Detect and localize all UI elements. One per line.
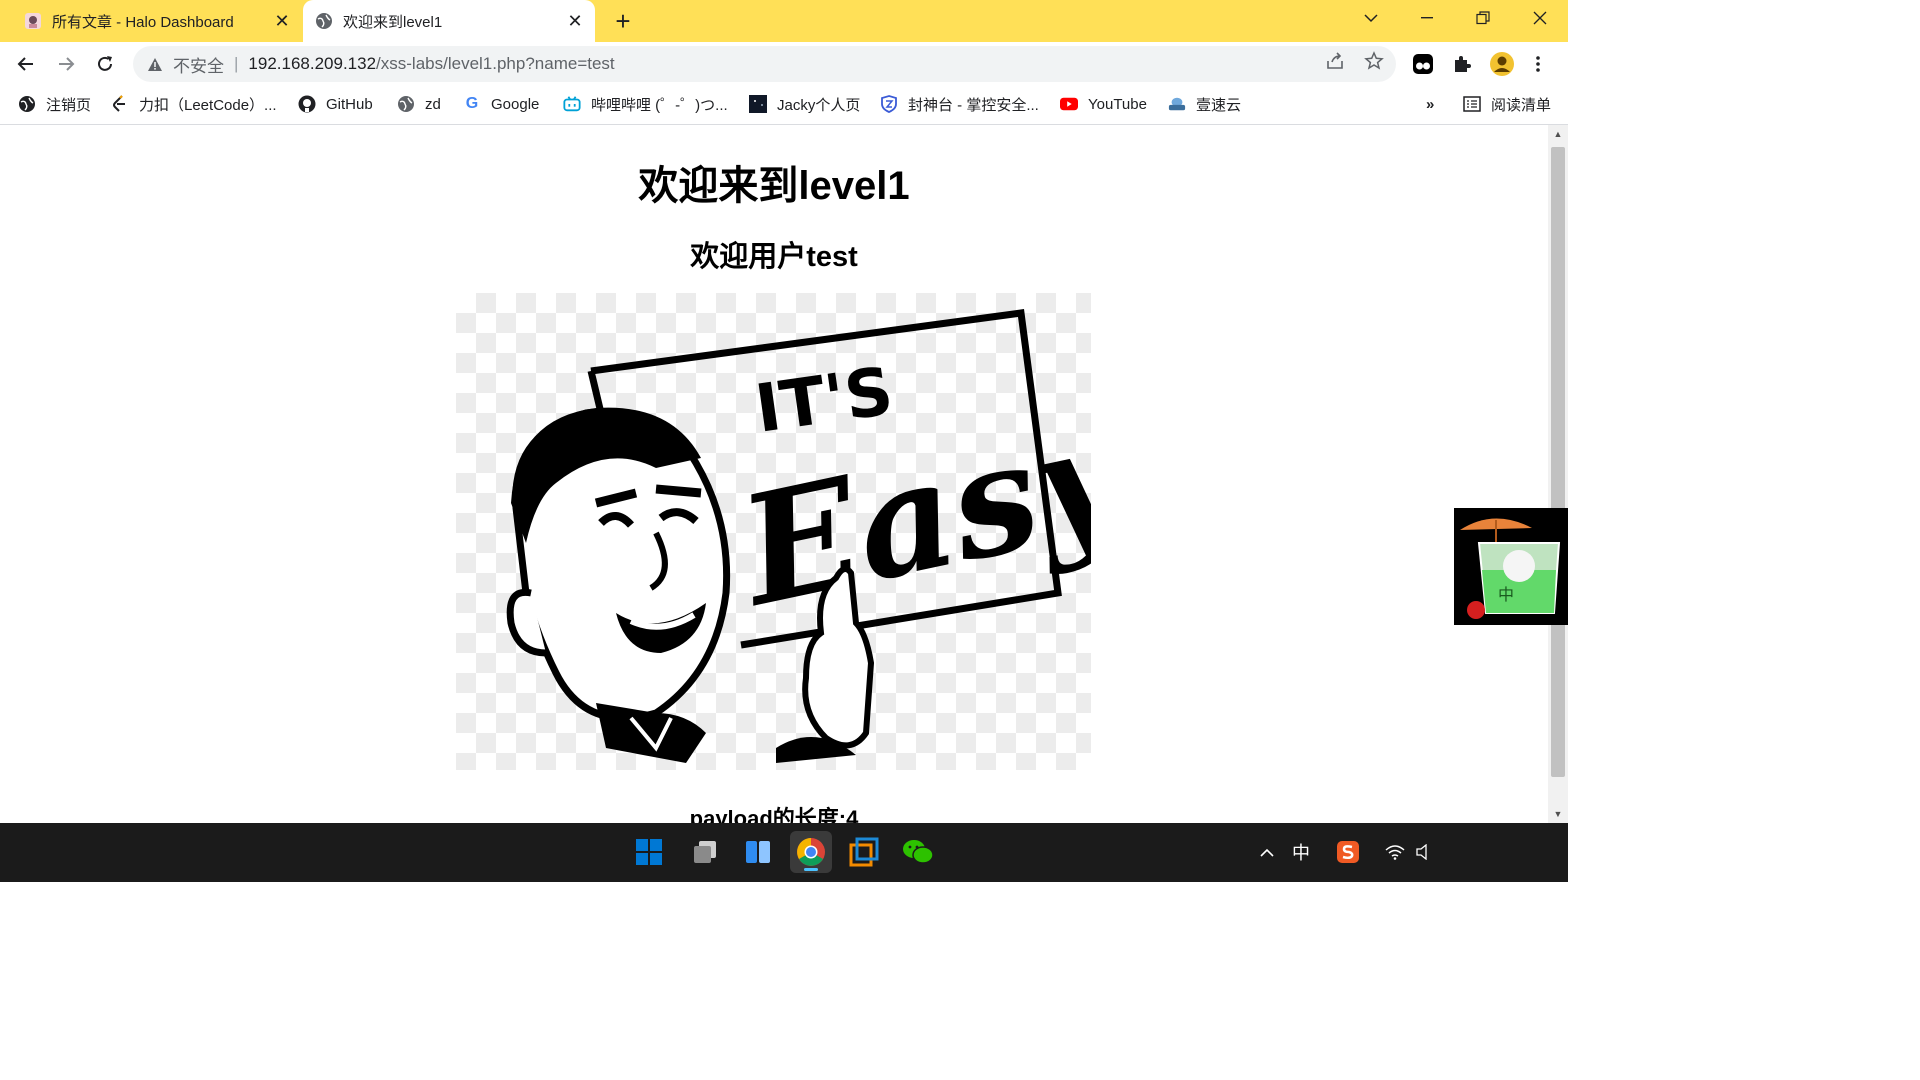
bookmark-item[interactable]: 哔哩哔哩 (゜-゜)つ... bbox=[563, 86, 728, 122]
active-app-indicator bbox=[804, 868, 818, 871]
welcome-subheading: 欢迎用户test bbox=[690, 241, 858, 273]
page-content: 欢迎来到level1 欢迎用户test IT'S Easy payload的长度… bbox=[0, 125, 1548, 823]
bookmark-item[interactable]: G Google bbox=[463, 86, 540, 122]
vmware-app-icon[interactable] bbox=[843, 831, 885, 873]
restore-icon[interactable] bbox=[1455, 0, 1511, 36]
new-tab-button[interactable]: + bbox=[608, 6, 638, 36]
bookmark-item[interactable]: 壹速云 bbox=[1168, 86, 1241, 122]
reading-list-icon bbox=[1463, 95, 1481, 113]
bookmark-label: 注销页 bbox=[46, 96, 92, 114]
github-icon bbox=[298, 95, 316, 113]
leetcode-icon bbox=[111, 95, 129, 113]
cloud-icon bbox=[1168, 95, 1186, 113]
bookmark-label: zd bbox=[425, 95, 441, 113]
url-host: 192.168.209.132 bbox=[248, 54, 377, 73]
globe-icon bbox=[315, 12, 333, 30]
avatar-icon bbox=[749, 95, 767, 113]
bookmarks-bar: 注销页 力扣（LeetCode）... GitHub zd G Google 哔… bbox=[0, 86, 1568, 125]
forward-button[interactable] bbox=[50, 48, 82, 80]
scrollbar-thumb[interactable] bbox=[1551, 147, 1565, 777]
wifi-icon[interactable] bbox=[1382, 839, 1408, 865]
bookmark-label: 哔哩哔哩 (゜-゜)つ... bbox=[591, 96, 728, 114]
close-window-icon[interactable] bbox=[1512, 0, 1568, 36]
tab-search-chevron-icon[interactable] bbox=[1343, 0, 1399, 36]
volume-icon[interactable] bbox=[1412, 839, 1438, 865]
reload-button[interactable] bbox=[89, 48, 121, 80]
taskbar: 中 bbox=[0, 823, 1568, 882]
bookmark-item[interactable]: 力扣（LeetCode）... bbox=[111, 86, 277, 122]
ime-indicator[interactable]: 中 bbox=[1288, 839, 1314, 865]
svg-text:中: 中 bbox=[1498, 585, 1514, 604]
floating-ime-widget[interactable]: 中 bbox=[1454, 508, 1568, 625]
minimize-icon[interactable] bbox=[1399, 0, 1455, 36]
sign-text-its: IT'S bbox=[751, 352, 898, 447]
close-tab-icon[interactable]: ✕ bbox=[563, 9, 587, 33]
profile-avatar-icon[interactable] bbox=[1488, 50, 1516, 78]
security-label[interactable]: 不安全 bbox=[173, 52, 224, 77]
share-icon[interactable] bbox=[1324, 50, 1346, 72]
scroll-down-arrow-icon[interactable]: ▼ bbox=[1552, 809, 1564, 819]
browser-toolbar: 不安全 | 192.168.209.132/xss-labs/level1.ph… bbox=[0, 42, 1568, 86]
bookmark-item[interactable]: Jacky个人页 bbox=[749, 86, 860, 122]
bookmark-label: 封神台 - 掌控安全... bbox=[908, 96, 1039, 114]
warning-triangle-icon[interactable] bbox=[145, 54, 165, 74]
globe-icon bbox=[18, 95, 36, 113]
back-button[interactable] bbox=[10, 48, 42, 80]
reading-list-label: 阅读清单 bbox=[1491, 96, 1552, 114]
bookmark-star-icon[interactable] bbox=[1363, 50, 1385, 72]
bookmark-item[interactable]: 注销页 bbox=[18, 86, 91, 122]
page-heading: 欢迎来到level1 bbox=[638, 164, 910, 208]
wechat-app-icon[interactable] bbox=[897, 831, 939, 873]
bookmark-item[interactable]: GitHub bbox=[298, 86, 373, 122]
bookmark-item[interactable]: zd bbox=[397, 86, 441, 122]
scroll-up-arrow-icon[interactable]: ▲ bbox=[1552, 129, 1564, 139]
bookmark-item[interactable]: 封神台 - 掌控安全... bbox=[880, 86, 1039, 122]
task-view-icon[interactable] bbox=[684, 831, 726, 873]
bookmark-label: YouTube bbox=[1088, 95, 1147, 113]
bookmark-label: Google bbox=[491, 95, 540, 113]
tab-halo-dashboard[interactable]: 所有文章 - Halo Dashboard ✕ bbox=[12, 0, 302, 42]
shield-icon bbox=[880, 95, 898, 113]
widgets-icon[interactable] bbox=[737, 831, 779, 873]
tab-level1[interactable]: 欢迎来到level1 ✕ bbox=[303, 0, 595, 42]
bookmark-item[interactable]: YouTube bbox=[1060, 86, 1147, 122]
menu-kebab-icon[interactable] bbox=[1530, 50, 1546, 78]
halo-avatar-icon bbox=[24, 12, 42, 30]
vertical-scrollbar[interactable]: ▲ ▼ bbox=[1548, 125, 1568, 823]
bookmark-label: Jacky个人页 bbox=[777, 96, 861, 114]
tab-title: 所有文章 - Halo Dashboard bbox=[52, 13, 234, 31]
payload-length-text: payload的长度:4 bbox=[689, 806, 859, 823]
bookmark-label: 壹速云 bbox=[1196, 96, 1242, 114]
tray-chevron-up-icon[interactable] bbox=[1256, 839, 1278, 865]
bookmark-label: 力扣（LeetCode）... bbox=[139, 96, 277, 114]
sogou-ime-icon[interactable] bbox=[1334, 839, 1362, 865]
tab-title: 欢迎来到level1 bbox=[343, 13, 443, 31]
bookmarks-overflow-button[interactable]: » bbox=[1426, 86, 1434, 122]
globe-icon bbox=[397, 95, 415, 113]
youtube-icon bbox=[1060, 95, 1078, 113]
bookmark-label: GitHub bbox=[326, 95, 373, 113]
extension-tampermonkey-icon[interactable] bbox=[1409, 50, 1437, 78]
close-tab-icon[interactable]: ✕ bbox=[270, 9, 294, 33]
url-path: /xss-labs/level1.php?name=test bbox=[376, 54, 615, 73]
address-bar[interactable]: 不安全 | 192.168.209.132/xss-labs/level1.ph… bbox=[133, 46, 1396, 82]
google-icon: G bbox=[465, 95, 479, 112]
its-easy-illustration: IT'S Easy bbox=[456, 293, 1148, 770]
chrome-app-icon[interactable] bbox=[790, 831, 832, 873]
start-windows-icon[interactable] bbox=[628, 831, 670, 873]
reading-list-button[interactable]: 阅读清单 bbox=[1463, 86, 1551, 122]
bilibili-icon bbox=[563, 95, 581, 113]
extensions-puzzle-icon[interactable] bbox=[1448, 50, 1476, 78]
tab-strip: 所有文章 - Halo Dashboard ✕ 欢迎来到level1 ✕ + bbox=[0, 0, 1568, 42]
separator: | bbox=[234, 54, 239, 73]
